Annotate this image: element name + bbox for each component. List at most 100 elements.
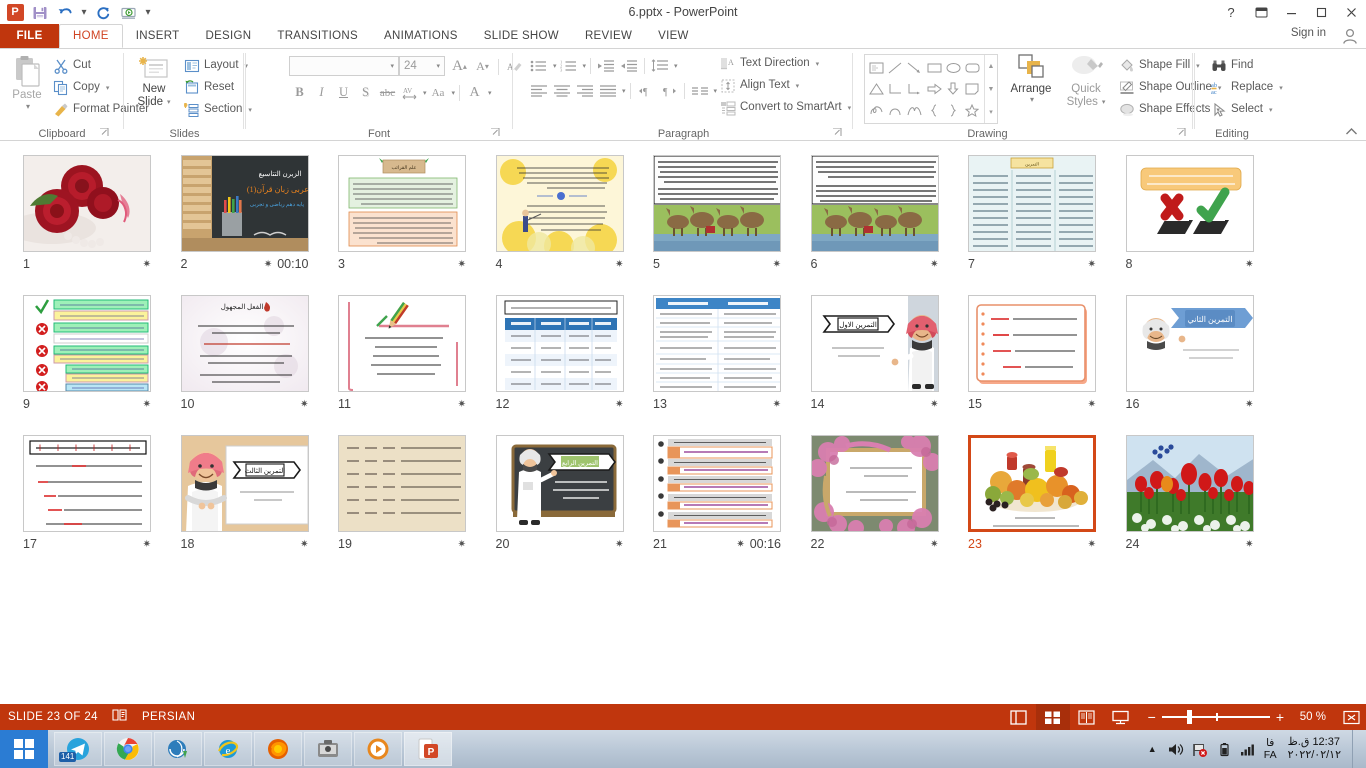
zoom-in-button[interactable]: +: [1276, 710, 1284, 724]
tab-file[interactable]: FILE: [0, 24, 59, 48]
paste-dropdown-icon[interactable]: ▾: [26, 102, 30, 111]
slide-thumbnail-4[interactable]: 4✷: [473, 150, 631, 290]
font-color-dropdown-icon[interactable]: ▾: [488, 89, 492, 97]
line-spacing-button[interactable]: [649, 55, 671, 76]
increase-indent-button[interactable]: [618, 55, 640, 76]
font-dialog-launcher[interactable]: [491, 128, 501, 138]
zoom-out-button[interactable]: −: [1148, 710, 1156, 724]
shape-arrow-icon[interactable]: [905, 57, 924, 78]
convert-to-smartart-dropdown-icon[interactable]: ▾: [848, 104, 852, 112]
internet-explorer-taskbar-button[interactable]: e: [204, 732, 252, 766]
telegram-taskbar-button[interactable]: 141: [54, 732, 102, 766]
slide-thumbnail-9[interactable]: 9✷: [0, 290, 158, 430]
justify-dropdown-icon[interactable]: ▾: [622, 87, 626, 95]
shape-scribble-icon[interactable]: [867, 100, 886, 121]
shape-oval-icon[interactable]: [944, 57, 963, 78]
tab-view[interactable]: VIEW: [645, 24, 702, 48]
volume-icon[interactable]: [1168, 741, 1185, 758]
slide-thumbnail-24[interactable]: 24✷: [1103, 430, 1261, 570]
character-spacing-dropdown-icon[interactable]: ▾: [423, 89, 427, 97]
justify-button[interactable]: [597, 80, 619, 101]
arrange-dropdown-icon[interactable]: ▾: [1030, 95, 1034, 104]
copy-dropdown-icon[interactable]: ▾: [106, 84, 110, 92]
minimize-button[interactable]: [1276, 0, 1306, 24]
action-center-icon[interactable]: [1192, 741, 1209, 758]
chrome-taskbar-button[interactable]: [104, 732, 152, 766]
shape-textbox-icon[interactable]: [867, 57, 886, 78]
slide-thumbnail-10[interactable]: الفعل المجهول 10✷: [158, 290, 316, 430]
file-explorer-taskbar-button[interactable]: [304, 732, 352, 766]
slide-sorter-view-button[interactable]: [1036, 704, 1070, 730]
line-spacing-dropdown-icon[interactable]: ▾: [674, 62, 678, 70]
strikethrough-button[interactable]: abc: [377, 82, 398, 103]
clock[interactable]: 12:37 ق.ظ ۲۰۲۲/۰۲/۱۲: [1284, 736, 1345, 762]
replace-dropdown-icon[interactable]: ▾: [1279, 84, 1283, 92]
reading-view-button[interactable]: [1070, 704, 1104, 730]
slide-thumbnail-2[interactable]: الزبرن التتاسيع عربی زبان قرآن(1) پایه د…: [158, 150, 316, 290]
numbering-button[interactable]: 123: [558, 55, 580, 76]
slide-thumbnail-12[interactable]: 12✷: [473, 290, 631, 430]
text-shadow-button[interactable]: S: [355, 82, 376, 103]
shape-elbow-connector-icon[interactable]: [886, 78, 905, 99]
signal-icon[interactable]: [1240, 741, 1257, 758]
font-name-input[interactable]: ▾: [289, 56, 399, 76]
rtl-text-direction-button[interactable]: ¶: [658, 80, 680, 101]
slide-sorter-pane[interactable]: 1✷ الزبرن التتاسيع عربی زبان قرآن(1) پای…: [0, 141, 1366, 704]
slide-thumbnail-18[interactable]: التمرين الثالث: [158, 430, 316, 570]
slide-thumbnail-8[interactable]: 8✷: [1103, 150, 1261, 290]
shape-elbow-arrow-icon[interactable]: [905, 78, 924, 99]
new-slide-dropdown-icon[interactable]: ▾: [167, 96, 171, 109]
slide-thumbnail-3[interactable]: علم القرائب 3✷: [315, 150, 473, 290]
language-indicator-tray[interactable]: فا FA: [1264, 737, 1277, 761]
slide-thumbnail-11[interactable]: 11✷: [315, 290, 473, 430]
shape-down-arrow-icon[interactable]: [944, 78, 963, 99]
slide-thumbnail-19[interactable]: 19✷: [315, 430, 473, 570]
ribbon-display-options-button[interactable]: [1246, 0, 1276, 24]
slide-thumbnail-16[interactable]: التمرين الثاني: [1103, 290, 1261, 430]
arrange-button[interactable]: Arrange ▾: [1004, 53, 1058, 125]
fit-slide-to-window-button[interactable]: [1336, 704, 1366, 730]
shapes-more-icon[interactable]: ▾: [985, 100, 997, 123]
zoom-slider[interactable]: [1162, 710, 1270, 724]
font-color-button[interactable]: A: [464, 82, 485, 103]
firefox-taskbar-button[interactable]: [254, 732, 302, 766]
quick-styles-dropdown-icon[interactable]: ▾: [1102, 96, 1106, 109]
font-name-dropdown-icon[interactable]: ▾: [390, 62, 394, 70]
replace-button[interactable]: abac Replace ▾: [1208, 77, 1286, 99]
ltr-text-direction-button[interactable]: ¶: [635, 80, 657, 101]
shape-star-icon[interactable]: [963, 100, 982, 121]
change-case-dropdown-icon[interactable]: ▾: [452, 89, 456, 97]
shapes-gallery[interactable]: ▲ ▼ ▾: [864, 54, 998, 124]
notes-icon[interactable]: [112, 708, 128, 727]
shape-right-arrow-icon[interactable]: [924, 78, 943, 99]
align-left-button[interactable]: [528, 80, 550, 101]
show-desktop-button[interactable]: [1352, 730, 1360, 768]
shapes-scroll-up-icon[interactable]: ▲: [985, 55, 997, 78]
slide-thumbnail-6[interactable]: 6✷: [788, 150, 946, 290]
tab-review[interactable]: REVIEW: [572, 24, 645, 48]
align-text-dropdown-icon[interactable]: ▾: [796, 82, 800, 90]
shape-right-brace-icon[interactable]: [944, 100, 963, 121]
slide-thumbnail-23[interactable]: 23✷: [945, 430, 1103, 570]
select-button[interactable]: Select ▾: [1208, 99, 1286, 121]
tab-slide-show[interactable]: SLIDE SHOW: [471, 24, 572, 48]
start-button[interactable]: [0, 730, 48, 768]
font-size-dropdown-icon[interactable]: ▾: [436, 62, 440, 70]
language-indicator[interactable]: PERSIAN: [142, 711, 195, 723]
show-hidden-icons-button[interactable]: ▲: [1144, 741, 1161, 758]
underline-button[interactable]: U: [333, 82, 354, 103]
normal-view-button[interactable]: [1002, 704, 1036, 730]
slide-show-view-button[interactable]: [1104, 704, 1138, 730]
tab-transitions[interactable]: TRANSITIONS: [264, 24, 371, 48]
zoom-level-label[interactable]: 50 %: [1290, 711, 1326, 723]
tab-animations[interactable]: ANIMATIONS: [371, 24, 471, 48]
shape-rounded-rectangle-icon[interactable]: [963, 57, 982, 78]
italic-button[interactable]: I: [311, 82, 332, 103]
collapse-ribbon-button[interactable]: [1345, 127, 1358, 139]
bold-button[interactable]: B: [289, 82, 310, 103]
shape-line-icon[interactable]: [886, 57, 905, 78]
align-right-button[interactable]: [574, 80, 596, 101]
help-button[interactable]: ?: [1216, 0, 1246, 24]
restore-button[interactable]: [1306, 0, 1336, 24]
quick-styles-button[interactable]: Quick Styles▾: [1060, 53, 1112, 125]
